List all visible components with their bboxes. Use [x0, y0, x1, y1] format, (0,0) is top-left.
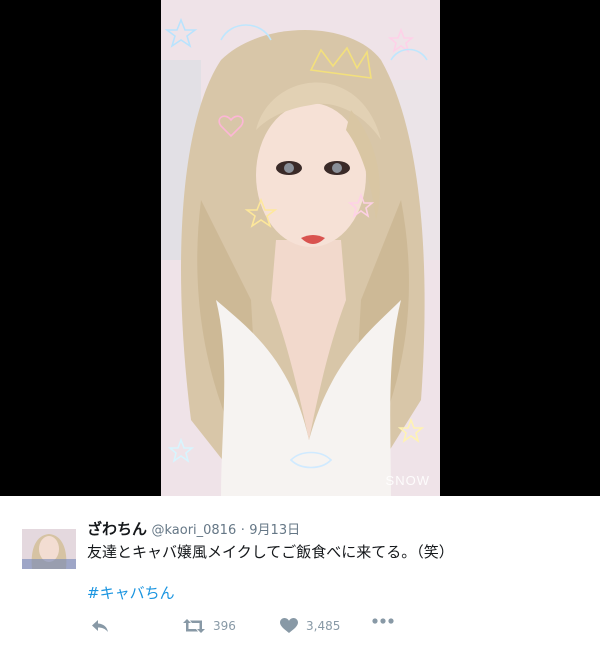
tweet-media[interactable]: SNOW: [0, 0, 600, 496]
retweet-button[interactable]: 396: [183, 618, 236, 634]
selfie-illustration: [161, 0, 440, 496]
avatar[interactable]: [22, 529, 76, 569]
tweet-actions: 396 3,485: [87, 618, 487, 638]
user-handle[interactable]: @kaori_0816: [151, 523, 236, 538]
reply-icon: [92, 620, 108, 632]
selfie-photo[interactable]: SNOW: [161, 0, 440, 496]
display-name[interactable]: ざわちん: [87, 520, 147, 538]
separator: ·: [240, 523, 245, 538]
tweet-text: 友達とキャバ嬢風メイクしてご飯食べに来てる。（笑）: [87, 543, 454, 561]
snow-watermark: SNOW: [385, 473, 430, 488]
more-icon: [372, 618, 394, 624]
tweet-header: ざわちん @kaori_0816 · 9月13日: [87, 518, 300, 539]
like-count: 3,485: [306, 619, 341, 633]
reply-button[interactable]: [91, 618, 109, 634]
heart-icon: [280, 618, 298, 633]
retweet-count: 396: [213, 619, 236, 633]
more-button[interactable]: [372, 618, 394, 624]
hashtag-link[interactable]: #キャバちん: [87, 582, 175, 603]
retweet-icon: [183, 619, 205, 633]
tweet: ざわちん @kaori_0816 · 9月13日 友達とキャバ嬢風メイクしてご飯…: [0, 496, 600, 661]
tweet-date[interactable]: 9月13日: [249, 523, 300, 538]
like-button[interactable]: 3,485: [280, 618, 340, 634]
